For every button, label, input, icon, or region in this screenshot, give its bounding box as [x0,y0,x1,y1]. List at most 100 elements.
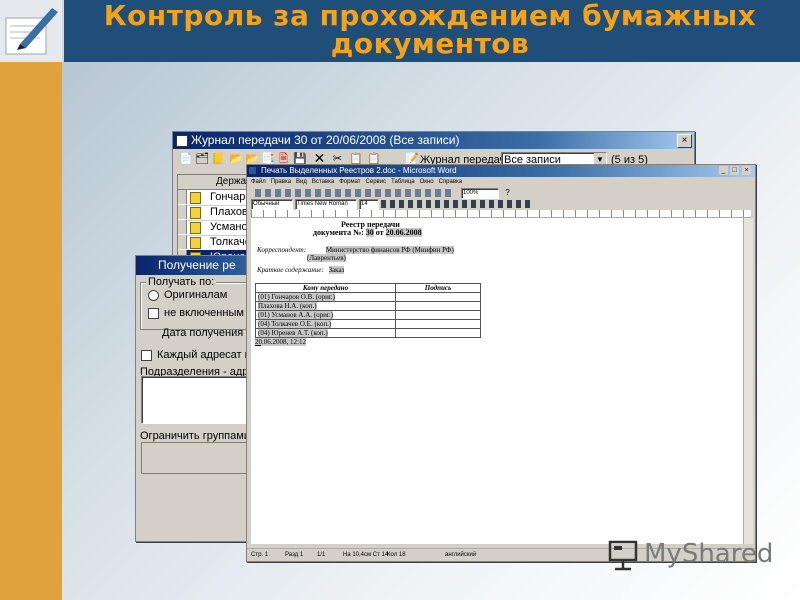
doc-date: 20.06.2008 [385,228,422,237]
document-icon [190,192,201,204]
receive-title: Получение ре [158,258,236,272]
doc-heading2: документа №: 30 от 20.06.2008 [313,226,422,240]
journal-title: Журнал передачи 30 от 20/06/2008 (Все за… [191,133,460,147]
register-table: Кому передано Подпись (01) Гончаров О.В.… [255,283,481,338]
register-recipient: (04) Толкачев О.Е. (коп.) [258,320,332,328]
status-col: Кол 18 [387,552,406,558]
summary-label: Краткое содержание: [257,266,324,274]
register-cell-sign [395,328,481,338]
word-document-area[interactable]: Реестр передачи документа №: 30 от 20.06… [251,218,743,544]
radio-originals[interactable]: Оригиналам [148,288,227,302]
register-header-sign: Подпись [395,283,481,293]
correspondent-line: Корреспондент: Министерство финансов РФ … [257,243,454,257]
pen-logo-icon [5,8,58,55]
register-row: (01) Гончаров О.В. (ориг.) [255,292,481,302]
each-recipient-box[interactable] [141,349,152,361]
close-icon[interactable]: × [742,166,751,175]
row-indicator [178,205,187,219]
size-select[interactable]: 14 [359,199,379,210]
journal-titlebar: Журнал передачи 30 от 20/06/2008 (Все за… [173,132,694,149]
row-indicator [178,190,187,204]
watermark-text: MyShared [644,540,774,568]
doc-heading2-mid: от [373,228,386,237]
register-recipient: Плахова Н.А. (коп.) [258,302,317,310]
word-menu-item[interactable]: Формат [339,179,360,185]
journal-close-button[interactable]: × [677,134,692,148]
word-menu-item[interactable]: Справка [439,179,463,185]
word-menu-item[interactable]: Окно [420,179,434,185]
correspondent-label: Корреспондент: [257,246,307,254]
footer-date-line: 20.06.2008, 12:12 [255,335,306,349]
doc-number: 30 [365,228,374,237]
status-section: Разд 1 [285,552,304,558]
word-app-icon [249,167,256,174]
word-window-buttons: _ □ × [719,166,753,176]
left-accent-strip [0,62,62,600]
word-menu-item[interactable]: Таблица [391,179,415,185]
word-menu-item[interactable]: Файл [251,179,266,185]
word-ruler [251,210,751,218]
register-cell-sign [395,319,481,329]
register-row: (01) Усманов А.А. (ориг.) [255,310,481,320]
style-value: Обычный [253,201,280,207]
word-menu-item[interactable]: Вид [296,179,307,185]
font-value: Times New Roman [297,201,348,207]
radio-originals-label: Оригиналам [164,289,228,301]
receive-by-label: Получать по: [146,275,217,289]
maximize-icon[interactable]: □ [730,166,739,175]
slide-title-line2: документов [330,27,530,60]
row-indicator [178,235,187,249]
row-indicator [178,220,187,234]
register-cell-to: (01) Усманов А.А. (ориг.) [255,310,396,320]
format-icons [381,200,531,208]
folder-icon[interactable]: 🗂 [195,153,209,166]
style-select[interactable]: Обычный [251,199,293,210]
register-recipient: (01) Гончаров О.В. (ориг.) [258,293,335,301]
register-header-to: Кому передано [255,283,396,293]
word-formatting-toolbar: Обычный Times New Roman 14 [251,199,751,210]
register-recipient: (01) Усманов А.А. (ориг.) [258,311,334,319]
minimize-icon[interactable]: _ [719,166,728,175]
presentation-board-icon [608,540,638,571]
corner-logo [0,0,64,62]
zoom-value: 100% [463,190,479,196]
help-icon[interactable]: ? [501,186,514,199]
word-toolbar-icons [255,189,455,197]
zoom-select[interactable]: 100% [461,188,499,199]
word-menu-item[interactable]: Правка [271,179,291,185]
register-header-sign-text: Подпись [424,284,452,292]
correspondent-value2: (Лаврентьев) [307,254,346,262]
register-cell-to: (04) Толкачев О.Е. (коп.) [255,319,396,329]
register-body: (01) Гончаров О.В. (ориг.) Плахова Н.А. (… [255,292,481,338]
journal-icon[interactable]: 📒 [211,153,225,166]
doc-heading2-prefix: документа №: [313,228,366,237]
word-window: Печать Выделенных Реестров 2.doc - Micro… [246,164,756,562]
status-lang: английский [445,552,477,558]
word-title: Печать Выделенных Реестров 2.doc - Micro… [261,166,457,175]
open-folder-icon[interactable]: 📂 [229,153,243,166]
slide-title-line1: Контроль за прохождением бумажных [103,0,757,32]
register-cell-to: Плахова Н.А. (коп.) [255,301,396,311]
watermark: MyShared [606,536,786,572]
register-cell-sign [395,310,481,320]
word-menubar: Файл Правка Вид Вставка Формат Сервис Таблица О… [251,178,711,187]
radio-originals-circle[interactable] [148,289,159,301]
status-page: Стр. 1 [251,552,269,558]
footer-date: 20.06.2008, 12:12 [255,338,306,346]
not-included-checkbox[interactable] [148,307,159,319]
date-label: Дата получения с: [162,327,255,339]
font-select[interactable]: Times New Roman [295,199,357,210]
word-menu-item[interactable]: Сервис [366,179,387,185]
register-cell-to: (01) Гончаров О.В. (ориг.) [255,292,396,302]
summary-value: Заказ [328,266,345,274]
register-row: Плахова Н.А. (коп.) [255,301,481,311]
new-doc-icon[interactable]: 📄 [179,153,193,166]
word-vertical-scrollbar[interactable] [743,218,753,544]
register-header-row: Кому передано Подпись [255,283,481,293]
word-menu-item[interactable]: Вставка [312,179,334,185]
register-row: (04) Толкачев О.Е. (коп.) [255,319,481,329]
document-icon [190,237,201,249]
slide-title: Контроль за прохождением бумажных докуме… [70,2,790,58]
register-header-to-text: Кому передано [302,284,349,292]
word-titlebar: Печать Выделенных Реестров 2.doc - Micro… [247,165,755,177]
